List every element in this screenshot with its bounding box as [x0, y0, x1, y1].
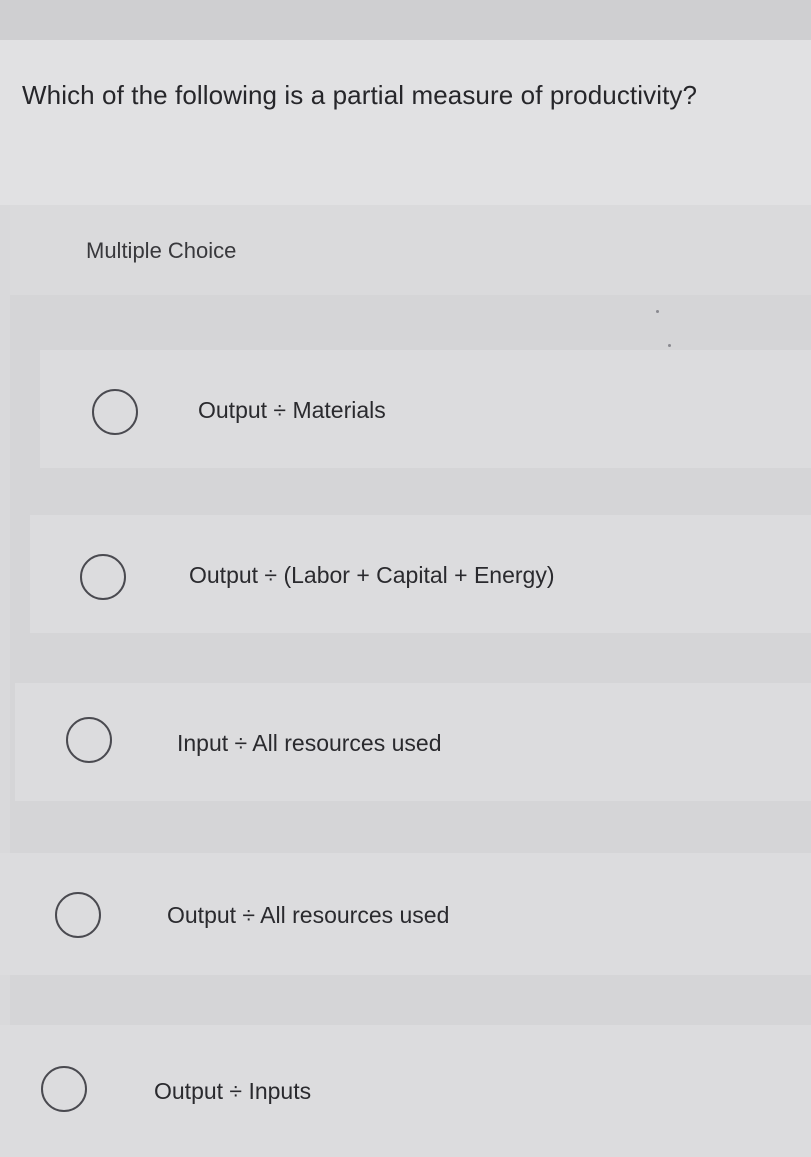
answer-option-3[interactable]: Input ÷ All resources used — [15, 683, 811, 801]
answer-option-label-2: Output ÷ (Labor + Capital + Energy) — [189, 562, 555, 588]
radio-button-4[interactable] — [55, 892, 101, 938]
radio-button-3[interactable] — [66, 717, 112, 763]
top-band — [0, 0, 811, 40]
answer-option-1[interactable]: Output ÷ Materials — [40, 350, 811, 468]
multiple-choice-label: Multiple Choice — [86, 238, 237, 263]
radio-button-5[interactable] — [41, 1066, 87, 1112]
screen-speck — [668, 344, 671, 347]
answer-option-2[interactable]: Output ÷ (Labor + Capital + Energy) — [30, 515, 811, 633]
answer-option-5[interactable]: Output ÷ Inputs — [0, 1025, 811, 1157]
question-text: Which of the following is a partial meas… — [22, 80, 698, 110]
answer-option-label-3: Input ÷ All resources used — [177, 730, 442, 756]
answer-option-label-5: Output ÷ Inputs — [154, 1078, 312, 1104]
radio-button-1[interactable] — [92, 389, 138, 435]
answer-option-4[interactable]: Output ÷ All resources used — [0, 853, 811, 975]
multiple-choice-panel — [10, 205, 811, 1157]
radio-button-2[interactable] — [80, 554, 126, 600]
screen-speck — [656, 310, 659, 313]
question-area — [0, 40, 811, 205]
answer-option-label-1: Output ÷ Materials — [198, 397, 386, 423]
answer-option-label-4: Output ÷ All resources used — [167, 902, 450, 928]
